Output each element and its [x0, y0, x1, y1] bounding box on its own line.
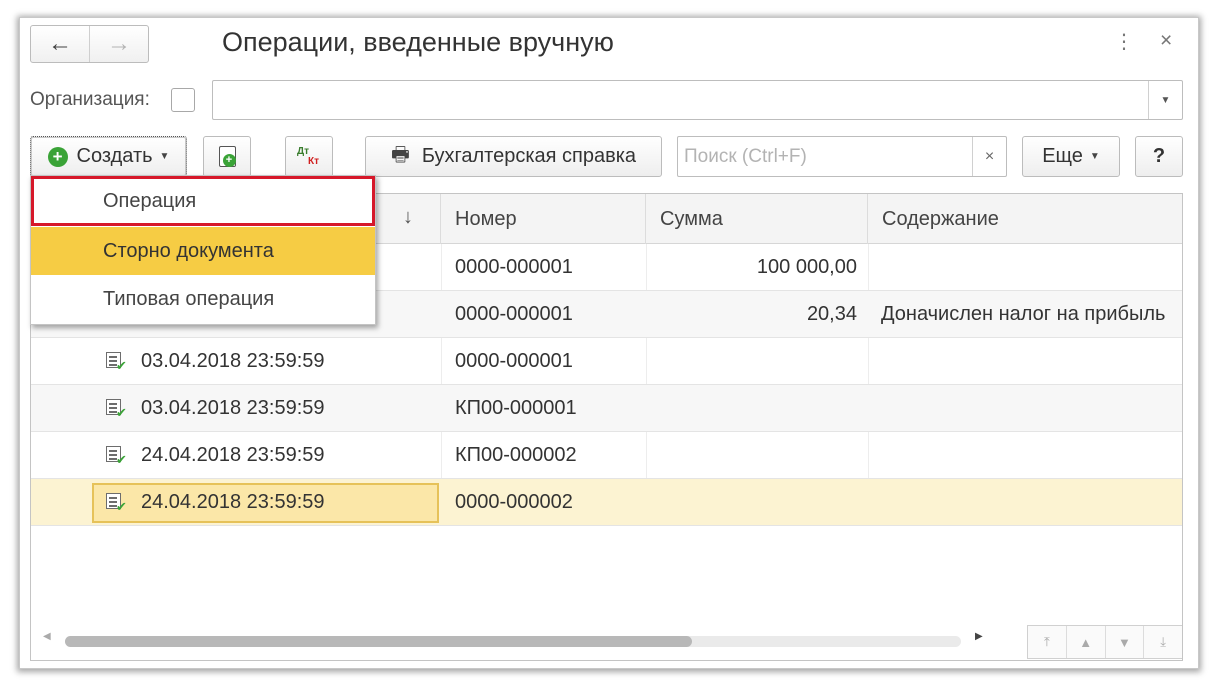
menu-item-typical-operation[interactable]: Типовая операция — [31, 275, 375, 323]
row-content: Доначислен налог на прибыль — [881, 302, 1166, 325]
scroll-left-icon[interactable]: ◀ — [43, 631, 51, 642]
organization-field[interactable]: ▼ — [212, 80, 1183, 120]
row-number: 0000-000001 — [455, 255, 573, 278]
menu-item-operation[interactable]: Операция — [31, 176, 375, 226]
plus-circle-icon: + — [47, 146, 68, 167]
add-document-button[interactable]: + — [203, 136, 251, 177]
page-title: Операции, введенные вручную — [222, 27, 614, 57]
create-button[interactable]: + Создать ▼ — [30, 136, 187, 177]
debit-credit-button[interactable]: Дт Кт — [285, 136, 333, 177]
posted-document-icon: ✔ — [106, 399, 127, 419]
posted-document-icon: ✔ — [106, 446, 127, 466]
row-date: 03.04.2018 23:59:59 — [141, 396, 325, 419]
row-number: КП00-000002 — [455, 443, 577, 466]
menu-item-storno-document[interactable]: Сторно документа — [31, 227, 375, 275]
create-dropdown-menu: Операция Сторно документа Типовая операц… — [30, 175, 376, 325]
forward-arrow-icon[interactable]: → — [90, 26, 148, 62]
row-sum — [647, 338, 857, 384]
organization-label: Организация: — [30, 89, 150, 110]
scroll-to-bottom-icon[interactable]: ⤓ — [1144, 626, 1182, 658]
credit-label: Кт — [308, 155, 320, 167]
help-button[interactable]: ? — [1135, 136, 1183, 177]
column-content[interactable]: Содержание — [868, 194, 1182, 244]
posted-document-icon: ✔ — [106, 493, 127, 513]
row-number: КП00-000001 — [455, 396, 577, 419]
search-input[interactable] — [678, 137, 972, 176]
table-row[interactable]: ✔ 24.04.2018 23:59:59 КП00-000002 — [31, 432, 1182, 479]
scroll-right-icon[interactable]: ▶ — [975, 631, 983, 642]
row-number: 0000-000001 — [455, 349, 573, 372]
sort-descending-icon[interactable]: ↓ — [403, 206, 413, 229]
more-button[interactable]: Еще ▼ — [1022, 136, 1120, 177]
accounting-report-label: Бухгалтерская справка — [421, 145, 637, 167]
row-date: 24.04.2018 23:59:59 — [141, 443, 325, 466]
clear-search-icon[interactable]: × — [972, 137, 1006, 176]
accounting-report-button[interactable]: 🖶 Бухгалтерская справка — [365, 136, 662, 177]
search-box: × — [677, 136, 1007, 177]
back-arrow-icon[interactable]: ← — [31, 26, 90, 62]
row-number: 0000-000001 — [455, 302, 573, 325]
row-sum: 20,34 — [806, 302, 857, 325]
create-button-label: Создать — [76, 145, 153, 167]
main-window: ← → Операции, введенные вручную ⋮ × Орга… — [19, 17, 1199, 669]
chevron-down-icon: ▼ — [159, 151, 170, 162]
close-icon[interactable]: × — [1160, 29, 1172, 53]
list-navigation: ⤒ ▲ ▼ ⤓ — [1027, 625, 1182, 659]
row-sum: 100 000,00 — [756, 255, 857, 278]
printer-icon: 🖶 — [390, 143, 410, 166]
scroll-up-icon[interactable]: ▲ — [1067, 626, 1106, 658]
horizontal-scrollbar[interactable] — [65, 636, 961, 647]
row-sum — [647, 479, 857, 525]
debit-credit-icon: Дт Кт — [295, 146, 323, 168]
posted-document-icon: ✔ — [106, 352, 127, 372]
column-sum[interactable]: Сумма — [646, 194, 868, 244]
chevron-down-icon[interactable]: ▼ — [1148, 81, 1182, 119]
add-document-icon: + — [218, 146, 236, 167]
row-sum — [647, 385, 857, 431]
row-date: 03.04.2018 23:59:59 — [141, 349, 325, 372]
organization-checkbox[interactable] — [171, 88, 195, 112]
row-number: 0000-000002 — [455, 490, 573, 513]
more-vertical-icon[interactable]: ⋮ — [1114, 29, 1134, 54]
scrollbar-thumb[interactable] — [65, 636, 692, 647]
table-row[interactable]: ✔ 03.04.2018 23:59:59 0000-000001 — [31, 338, 1182, 385]
more-button-label: Еще — [1042, 145, 1083, 167]
table-row[interactable]: ✔ 03.04.2018 23:59:59 КП00-000001 — [31, 385, 1182, 432]
column-number[interactable]: Номер — [441, 194, 646, 244]
scroll-down-icon[interactable]: ▼ — [1106, 626, 1145, 658]
row-date: 24.04.2018 23:59:59 — [141, 490, 325, 513]
scroll-to-top-icon[interactable]: ⤒ — [1028, 626, 1067, 658]
navigation-buttons: ← → — [30, 25, 149, 63]
table-row-selected[interactable]: ✔ 24.04.2018 23:59:59 0000-000002 — [31, 479, 1182, 526]
row-sum — [647, 432, 857, 478]
chevron-down-icon: ▼ — [1089, 151, 1100, 162]
